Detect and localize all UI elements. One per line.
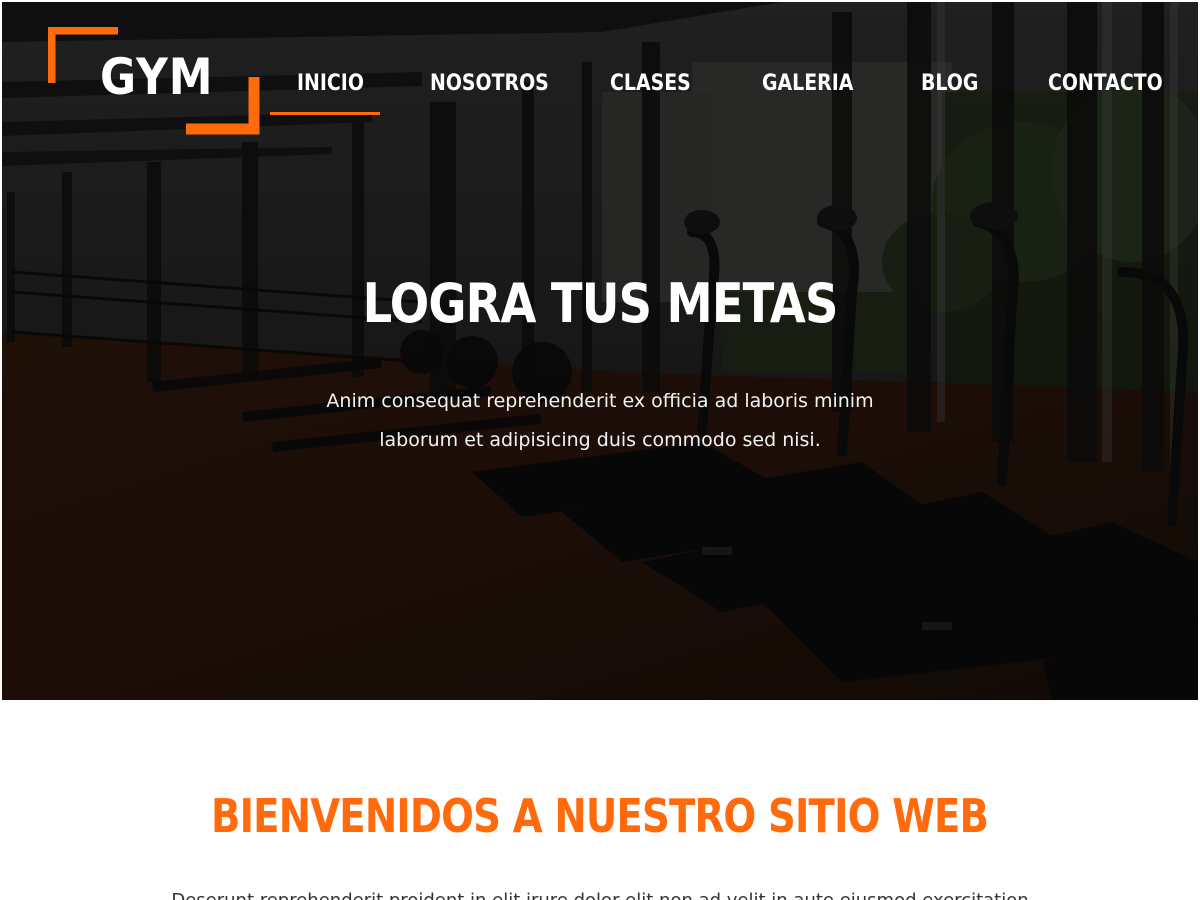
hero-subtitle: Anim consequat reprehenderit ex officia … (326, 390, 874, 451)
nav-item-clases[interactable]: CLASES (610, 64, 691, 104)
nav-item-nosotros[interactable]: NOSOTROS (430, 64, 549, 104)
hero-title: LOGRA TUS METAS (2, 272, 1198, 336)
nav-item-galeria[interactable]: GALERIA (762, 64, 853, 104)
nav-active-underline (270, 112, 380, 115)
main-navigation: INICIO NOSOTROS CLASES GALERIA BLOG CONT… (270, 64, 1170, 124)
welcome-body: Deserunt reprehenderit proident in elit … (150, 888, 1050, 900)
welcome-title-text: BIENVENIDOS A NUESTRO SITIO WEB (211, 789, 989, 843)
nav-item-inicio[interactable]: INICIO (297, 64, 364, 104)
nav-item-contacto[interactable]: CONTACTO (1048, 64, 1163, 104)
nav-item-blog[interactable]: BLOG (921, 64, 978, 104)
logo-text: GYM (100, 48, 214, 106)
welcome-body-text: Deserunt reprehenderit proident in elit … (150, 888, 1050, 900)
welcome-title: BIENVENIDOS A NUESTRO SITIO WEB (0, 786, 1200, 846)
hero-title-text: LOGRA TUS METAS (362, 272, 839, 335)
hero-section: GYM INICIO NOSOTROS CLASES GALERIA BLOG … (2, 2, 1198, 700)
gym-logo[interactable]: GYM (48, 27, 260, 135)
